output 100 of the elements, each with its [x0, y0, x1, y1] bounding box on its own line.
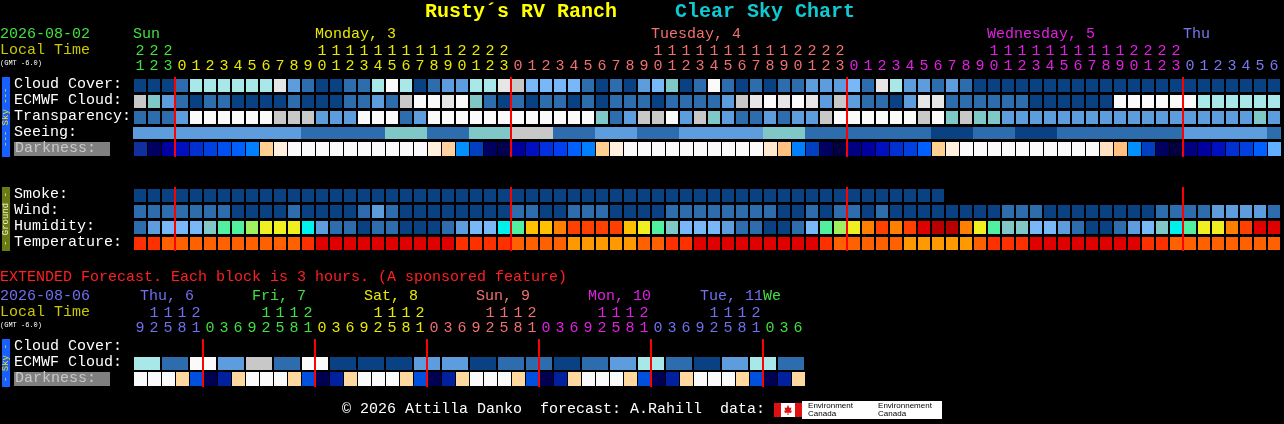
hour-label: 2: [541, 59, 551, 74]
day-label: Wednesday, 5: [987, 27, 1096, 43]
hour-label: 0: [765, 321, 775, 336]
hour-label: 2: [1213, 59, 1223, 74]
hour-label: 2: [205, 59, 215, 74]
hour-label: 14: [709, 44, 719, 74]
hour-label: 13: [695, 44, 705, 74]
hour-label: 1: [527, 59, 537, 74]
row-label: Temperature:: [14, 235, 124, 251]
hour-label: 3: [779, 321, 789, 336]
hour-label: 7: [947, 59, 957, 74]
hour-label: 7: [275, 59, 285, 74]
hour-label: 7: [611, 59, 621, 74]
hour-label: 18: [401, 306, 411, 336]
hour-label: 23: [499, 44, 509, 74]
hour-label: 0: [541, 321, 551, 336]
hour-label: 10: [317, 44, 327, 74]
hour-label: 0: [1185, 59, 1195, 74]
hour-label: 15: [163, 306, 173, 336]
hour-label: 0: [653, 321, 663, 336]
hour-label: 20: [457, 44, 467, 74]
hour-label: 12: [681, 44, 691, 74]
row-label: Transparency:: [14, 109, 133, 125]
hour-label: 9: [975, 59, 985, 74]
hour-label: 16: [737, 44, 747, 74]
hour-label: 9: [303, 59, 313, 74]
hour-label: 15: [275, 306, 285, 336]
day-label: Thu, 6: [140, 289, 194, 305]
hour-label: 4: [569, 59, 579, 74]
hour-label: 3: [891, 59, 901, 74]
hour-label: 4: [233, 59, 243, 74]
row-label: Cloud Cover:: [14, 339, 124, 355]
hour-label: 15: [723, 44, 733, 74]
time-label: Local Time: [0, 305, 91, 321]
hour-label: 0: [205, 321, 215, 336]
hour-label: 3: [219, 59, 229, 74]
chart-date: 2026-08-02: [0, 27, 91, 43]
hour-label: 4: [905, 59, 915, 74]
hour-label: 6: [681, 321, 691, 336]
hour-label: 21: [415, 306, 425, 336]
hour-label: 18: [289, 306, 299, 336]
hour-label: 5: [919, 59, 929, 74]
hour-label: 0: [429, 321, 439, 336]
hour-label: 15: [723, 306, 733, 336]
hour-label: 9: [471, 321, 481, 336]
hour-label: 12: [345, 44, 355, 74]
agency-logo-text: Environment Canada: [808, 402, 854, 418]
hour-label: 15: [387, 44, 397, 74]
time-label: Local Time: [0, 43, 91, 59]
hour-label: 5: [247, 59, 257, 74]
hour-label: 6: [793, 321, 803, 336]
day-label: Sat, 8: [364, 289, 418, 305]
extended-notice: EXTENDED Forecast. Each block is 3 hours. (A sponsored feature): [0, 270, 568, 286]
day-label: Mon, 10: [588, 289, 651, 305]
hour-label: 6: [261, 59, 271, 74]
hour-label: 23: [1171, 44, 1181, 74]
hour-label: 21: [303, 306, 313, 336]
day-label: Sun, 9: [476, 289, 530, 305]
hour-label: 8: [961, 59, 971, 74]
hour-label: 22: [1157, 44, 1167, 74]
hour-label: 6: [597, 59, 607, 74]
hour-label: 1: [1199, 59, 1209, 74]
hour-label: 9: [695, 321, 705, 336]
row-label: Seeing:: [14, 125, 78, 141]
hour-label: 12: [373, 306, 383, 336]
hour-label: 3: [219, 321, 229, 336]
hour-label: 0: [317, 321, 327, 336]
hour-label: 21: [135, 44, 145, 74]
hour-label: 18: [625, 306, 635, 336]
hour-label: 9: [639, 59, 649, 74]
hour-label: 15: [1059, 44, 1069, 74]
hour-label: 17: [751, 44, 761, 74]
hour-label: 19: [443, 44, 453, 74]
hour-label: 22: [821, 44, 831, 74]
hour-label: 3: [667, 321, 677, 336]
hour-label: 3: [443, 321, 453, 336]
row-label: Darkness:: [14, 372, 110, 386]
hour-label: 10: [653, 44, 663, 74]
hour-label: 5: [583, 59, 593, 74]
hour-label: 0: [177, 59, 187, 74]
hour-label: 12: [485, 306, 495, 336]
day-label: Fri, 7: [252, 289, 306, 305]
row-label: ECMWF Cloud:: [14, 355, 124, 371]
hour-label: 12: [597, 306, 607, 336]
hour-label: 1: [191, 59, 201, 74]
hour-label: 20: [793, 44, 803, 74]
hour-label: 4: [1241, 59, 1251, 74]
hour-label: 13: [1031, 44, 1041, 74]
hour-label: 0: [513, 59, 523, 74]
hour-label: 21: [639, 306, 649, 336]
hour-label: 21: [471, 44, 481, 74]
row-label: Wind:: [14, 203, 60, 219]
hour-label: 8: [289, 59, 299, 74]
hour-label: 8: [625, 59, 635, 74]
hour-label: 13: [359, 44, 369, 74]
agency-logo-text: Environnement Canada: [878, 402, 933, 418]
row-label: Humidity:: [14, 219, 96, 235]
hour-label: 0: [849, 59, 859, 74]
hour-label: 12: [1017, 44, 1027, 74]
row-label: ECMWF Cloud:: [14, 93, 124, 109]
